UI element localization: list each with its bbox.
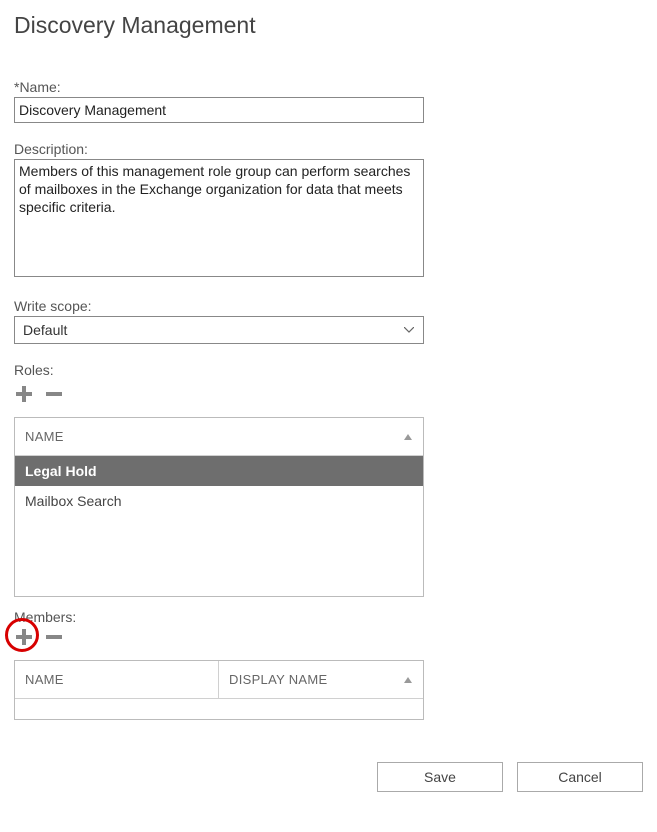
minus-icon <box>44 627 64 647</box>
write-scope-value: Default <box>23 322 67 338</box>
plus-icon <box>14 384 34 404</box>
write-scope-label: Write scope: <box>14 298 643 314</box>
chevron-down-icon <box>403 324 415 336</box>
page-title: Discovery Management <box>14 12 643 39</box>
members-listbox: NAME DISPLAY NAME <box>14 660 424 720</box>
description-label: Description: <box>14 141 643 157</box>
roles-label: Roles: <box>14 362 643 378</box>
description-textarea[interactable] <box>14 159 424 277</box>
minus-icon <box>44 384 64 404</box>
roles-header[interactable]: NAME <box>15 418 423 456</box>
list-item[interactable]: Mailbox Search <box>15 486 423 516</box>
roles-listbox: NAME Legal HoldMailbox Search <box>14 417 424 597</box>
roles-header-label: NAME <box>25 429 64 444</box>
members-header-displayname-label: DISPLAY NAME <box>229 672 328 687</box>
members-header-name[interactable]: NAME <box>15 661 219 698</box>
name-label: *Name: <box>14 79 643 95</box>
add-role-button[interactable] <box>14 384 34 407</box>
save-button[interactable]: Save <box>377 762 503 792</box>
cancel-button[interactable]: Cancel <box>517 762 643 792</box>
name-input[interactable] <box>14 97 424 123</box>
members-header-displayname[interactable]: DISPLAY NAME <box>219 661 423 698</box>
add-member-button[interactable] <box>14 627 34 650</box>
plus-icon <box>14 627 34 647</box>
members-header-name-label: NAME <box>25 672 64 687</box>
sort-asc-icon <box>403 675 413 685</box>
remove-role-button[interactable] <box>44 384 64 407</box>
sort-asc-icon <box>403 432 413 442</box>
remove-member-button[interactable] <box>44 627 64 650</box>
write-scope-select[interactable]: Default <box>14 316 424 344</box>
list-item[interactable]: Legal Hold <box>15 456 423 486</box>
members-label: Members: <box>14 609 643 625</box>
